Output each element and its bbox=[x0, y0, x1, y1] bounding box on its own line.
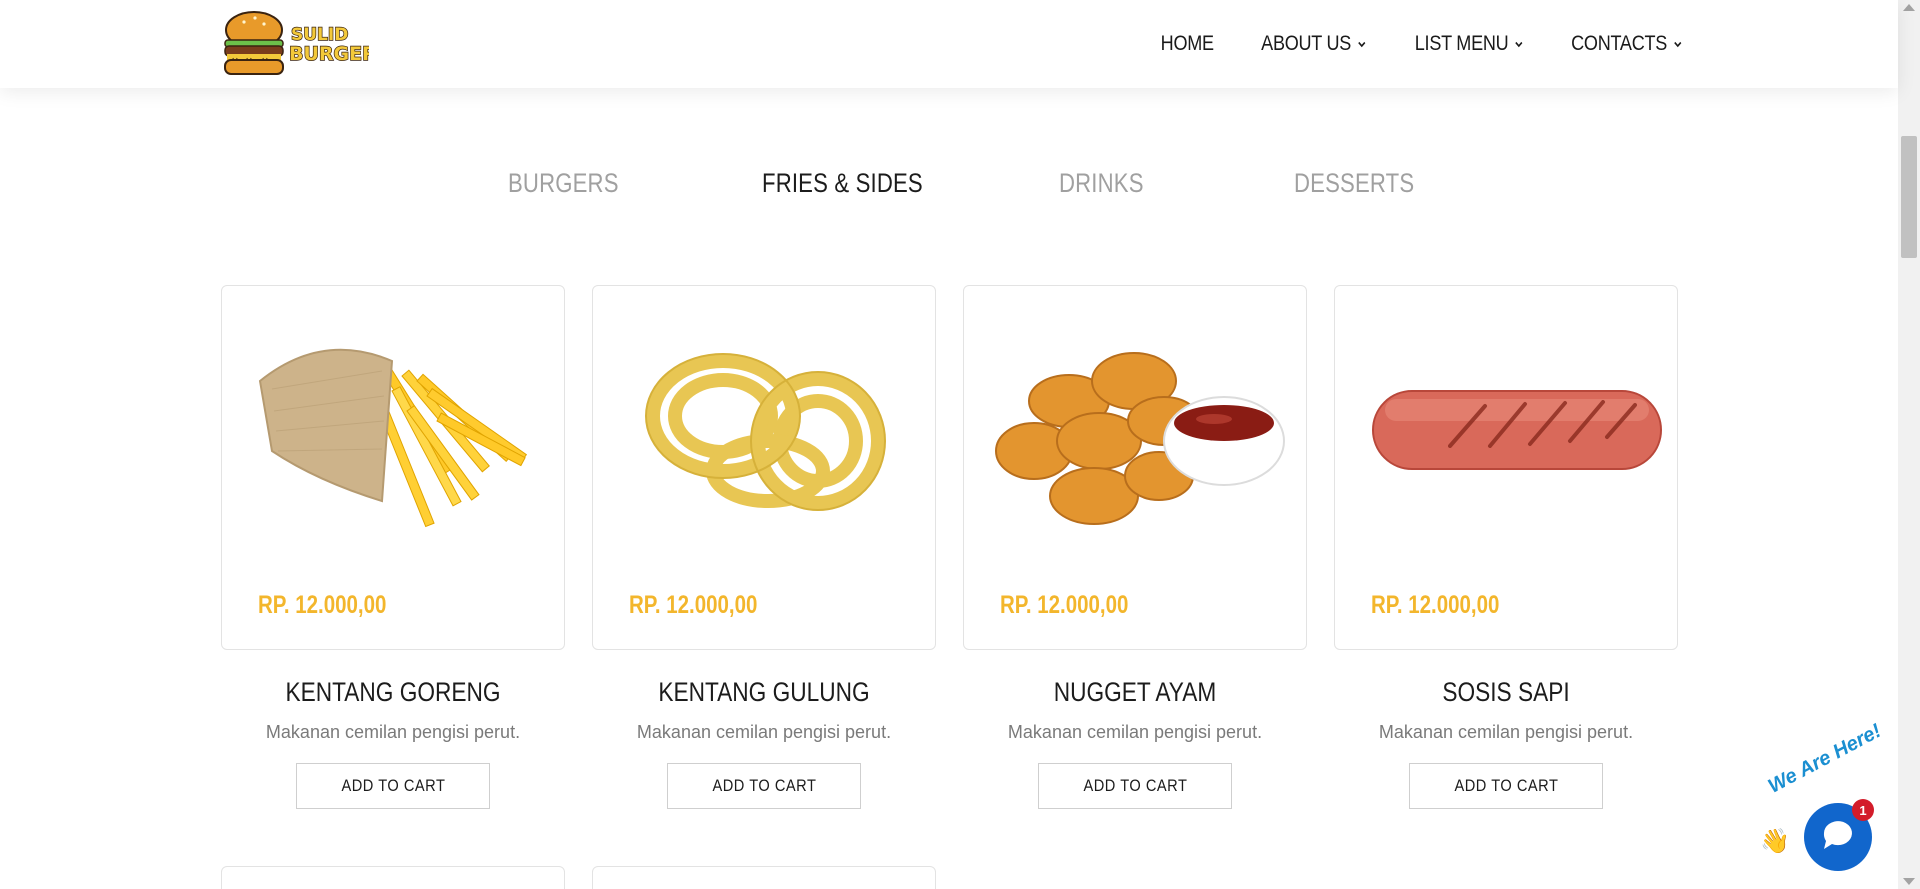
logo-text-line1: SULID bbox=[291, 25, 348, 45]
scrollbar-thumb[interactable] bbox=[1901, 136, 1917, 258]
product-description: Makanan cemilan pengisi perut. bbox=[265, 722, 521, 742]
chat-label: We Are Here! bbox=[1764, 719, 1885, 798]
chat-notification-badge: 1 bbox=[1852, 799, 1874, 821]
product-card[interactable]: RP. 12.000,00 bbox=[221, 285, 565, 650]
product-title: KENTANG GULUNG bbox=[658, 677, 870, 707]
add-to-cart-button[interactable]: ADD TO CART bbox=[1038, 763, 1232, 809]
product-card[interactable]: RP. 12.000,00 bbox=[592, 285, 936, 650]
beef-sausage-image bbox=[1372, 390, 1662, 470]
category-tabs: BURGERS FRIES & SIDES DRINKS DESSERTS bbox=[0, 168, 1898, 208]
main-nav: HOME ABOUT US LIST MENU CONTACTS bbox=[1122, 0, 1683, 88]
logo-text-line2: BURGER bbox=[289, 43, 369, 65]
scroll-up-arrow-icon[interactable] bbox=[1903, 4, 1915, 11]
chevron-down-icon bbox=[1674, 41, 1682, 48]
product-title: SOSIS SAPI bbox=[1442, 677, 1570, 707]
product-description: Makanan cemilan pengisi perut. bbox=[636, 722, 892, 742]
nav-item-label: HOME bbox=[1160, 32, 1214, 55]
chevron-down-icon bbox=[1357, 41, 1365, 48]
scroll-down-arrow-icon[interactable] bbox=[1903, 878, 1915, 885]
nav-item-label: LIST MENU bbox=[1414, 32, 1508, 55]
tab-fries-sides[interactable]: FRIES & SIDES bbox=[762, 168, 923, 199]
product-price: RP. 12.000,00 bbox=[1371, 591, 1500, 619]
product-card[interactable]: RP. 12.000,00 bbox=[1334, 285, 1678, 650]
page-scrollbar[interactable] bbox=[1898, 0, 1920, 889]
nav-item-about-us[interactable]: ABOUT US bbox=[1261, 32, 1366, 56]
product-card[interactable] bbox=[221, 866, 565, 889]
burger-logo-icon: SULID BURGER bbox=[224, 11, 378, 75]
nav-item-list-menu[interactable]: LIST MENU bbox=[1414, 32, 1523, 56]
product-title: NUGGET AYAM bbox=[1053, 677, 1217, 707]
rolled-potato-image bbox=[645, 353, 886, 511]
nav-item-label: CONTACTS bbox=[1571, 32, 1668, 55]
chat-widget: We Are Here! 👋 1 bbox=[1760, 720, 1900, 875]
nav-item-contacts[interactable]: CONTACTS bbox=[1572, 32, 1683, 56]
waving-hand-icon: 👋 bbox=[1760, 828, 1790, 855]
tab-desserts[interactable]: DESSERTS bbox=[1294, 168, 1414, 199]
add-to-cart-button[interactable]: ADD TO CART bbox=[667, 763, 861, 809]
nav-item-label: ABOUT US bbox=[1261, 32, 1352, 55]
tab-drinks[interactable]: DRINKS bbox=[1059, 168, 1144, 199]
add-to-cart-button[interactable]: ADD TO CART bbox=[296, 763, 490, 809]
fries-image bbox=[258, 348, 528, 528]
product-title: KENTANG GORENG bbox=[285, 677, 501, 707]
product-price: RP. 12.000,00 bbox=[629, 591, 758, 619]
site-header: SULID BURGER HOME ABOUT US LIST MENU CON… bbox=[0, 0, 1898, 88]
product-price: RP. 12.000,00 bbox=[258, 591, 387, 619]
add-to-cart-label: ADD TO CART bbox=[1083, 776, 1187, 795]
add-to-cart-button[interactable]: ADD TO CART bbox=[1409, 763, 1603, 809]
nav-item-home[interactable]: HOME bbox=[1161, 32, 1214, 56]
product-description: Makanan cemilan pengisi perut. bbox=[1007, 722, 1263, 742]
add-to-cart-label: ADD TO CART bbox=[1454, 776, 1558, 795]
tab-burgers[interactable]: BURGERS bbox=[508, 168, 619, 199]
add-to-cart-label: ADD TO CART bbox=[341, 776, 445, 795]
add-to-cart-label: ADD TO CART bbox=[712, 776, 816, 795]
chevron-down-icon bbox=[1514, 41, 1522, 48]
chicken-nuggets-image bbox=[995, 352, 1285, 525]
product-description: Makanan cemilan pengisi perut. bbox=[1378, 722, 1634, 742]
product-card[interactable] bbox=[592, 866, 936, 889]
logo[interactable]: SULID BURGER bbox=[219, 8, 378, 80]
product-card[interactable]: RP. 12.000,00 bbox=[963, 285, 1307, 650]
product-price: RP. 12.000,00 bbox=[1000, 591, 1129, 619]
